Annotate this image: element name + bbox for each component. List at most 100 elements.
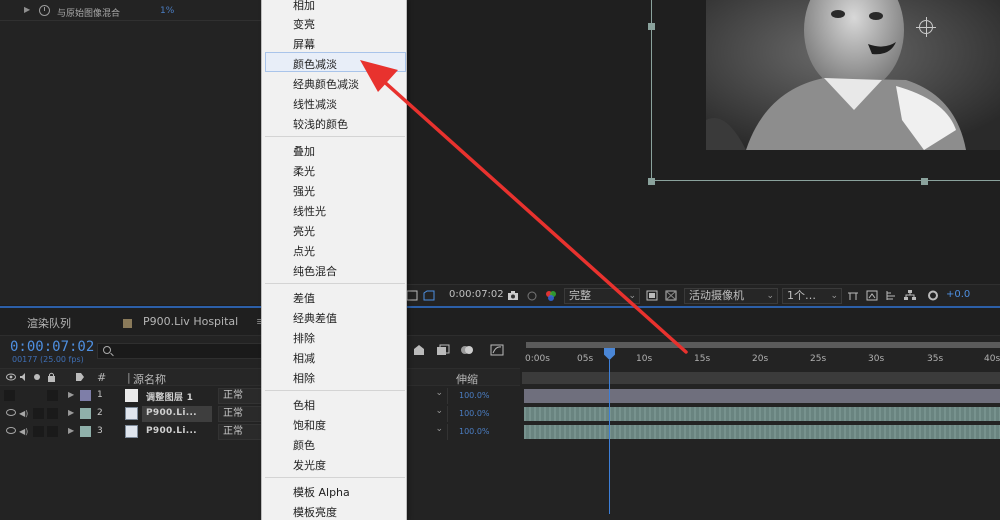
lock-switch[interactable] <box>47 426 58 437</box>
solo-switch[interactable] <box>33 408 44 419</box>
blend-mode-dropdown[interactable]: 正常 <box>218 388 262 404</box>
camera-snapshot-icon[interactable] <box>507 290 519 301</box>
track-matte-dropdown[interactable]: ⌄ <box>406 388 448 404</box>
layer-duration-bar[interactable] <box>524 407 1000 421</box>
eye-icon[interactable] <box>6 409 16 416</box>
layer-name[interactable]: 调整图层 1 <box>146 390 193 403</box>
lock-switch[interactable] <box>47 408 58 419</box>
menu-item[interactable]: 叠加 <box>293 143 315 159</box>
draft-3d-icon[interactable] <box>436 344 450 356</box>
layer-stretch[interactable]: 100.0% <box>459 427 490 436</box>
expand-triangle-icon[interactable]: ▶ <box>68 426 74 435</box>
column-stretch[interactable]: 伸缩 <box>456 371 478 387</box>
property-value[interactable]: 1% <box>160 6 174 16</box>
layer-duration-bar[interactable] <box>524 389 1000 403</box>
lock-switch[interactable] <box>47 390 58 401</box>
show-snapshot-icon[interactable] <box>526 290 538 301</box>
layer-search-input[interactable] <box>97 343 262 359</box>
flowchart-icon[interactable] <box>904 290 916 301</box>
exposure-value[interactable]: +0.0 <box>946 289 970 300</box>
layer-stretch[interactable]: 100.0% <box>459 391 490 400</box>
menu-item[interactable]: 差值 <box>293 290 315 306</box>
eye-icon[interactable] <box>6 373 16 381</box>
menu-item[interactable]: 相除 <box>293 370 315 386</box>
menu-item[interactable]: 较浅的颜色 <box>293 116 348 132</box>
playhead-line[interactable] <box>609 360 610 514</box>
menu-item[interactable]: 经典颜色减淡 <box>293 76 359 92</box>
region-icon[interactable] <box>646 290 658 301</box>
layer-bounding-box[interactable] <box>651 0 1000 181</box>
menu-item[interactable]: 强光 <box>293 183 315 199</box>
speaker-icon[interactable] <box>19 373 29 381</box>
menu-item[interactable]: 亮光 <box>293 223 315 239</box>
eye-icon[interactable] <box>6 427 16 434</box>
transparency-grid-icon[interactable] <box>665 290 677 301</box>
work-area-bar[interactable] <box>526 342 1000 348</box>
camera-dropdown[interactable]: 活动摄像机 ⌄ <box>684 288 778 304</box>
label-color-swatch[interactable] <box>80 426 91 437</box>
solo-switch[interactable] <box>33 426 44 437</box>
layer-duration-bar[interactable] <box>524 425 1000 439</box>
menu-item[interactable]: 线性减淡 <box>293 96 337 112</box>
comp-mini-flowchart-icon[interactable] <box>412 344 426 356</box>
menu-item[interactable]: 发光度 <box>293 457 326 473</box>
channel-rgb-icon[interactable] <box>545 290 557 301</box>
grid-icon[interactable] <box>406 290 418 301</box>
label-tag-icon[interactable] <box>75 372 85 382</box>
label-color-swatch[interactable] <box>80 390 91 401</box>
blend-mode-dropdown[interactable]: 正常 <box>218 406 262 422</box>
expand-triangle-icon[interactable]: ▶ <box>68 408 74 417</box>
menu-item[interactable]: 线性光 <box>293 203 326 219</box>
menu-item-selected[interactable]: 颜色减淡 <box>293 56 337 72</box>
menu-item[interactable]: 饱和度 <box>293 417 326 433</box>
menu-item[interactable]: 相减 <box>293 350 315 366</box>
views-dropdown[interactable]: 1个… ⌄ <box>782 288 842 304</box>
track-matte-dropdown[interactable]: ⌄ <box>406 406 448 422</box>
menu-item[interactable]: 相加 <box>293 0 315 13</box>
speaker-icon[interactable]: ◀) <box>19 409 28 418</box>
transform-handle[interactable] <box>648 23 655 30</box>
layer-row[interactable]: ▶ 1 调整图层 1 正常 ⌄ 100.0% <box>0 387 520 405</box>
menu-item[interactable]: 排除 <box>293 330 315 346</box>
current-timecode[interactable]: 0:00:07:02 <box>10 339 94 355</box>
anchor-point-icon[interactable] <box>916 17 936 37</box>
menu-item[interactable]: 模板亮度 <box>293 504 337 520</box>
solo-icon[interactable] <box>34 374 40 380</box>
menu-item[interactable]: 模板 Alpha <box>293 484 350 500</box>
menu-item[interactable]: 柔光 <box>293 163 315 179</box>
video-switch[interactable] <box>4 390 15 401</box>
menu-item[interactable]: 变亮 <box>293 16 315 32</box>
menu-item[interactable]: 颜色 <box>293 437 315 453</box>
track-matte-dropdown[interactable]: ⌄ <box>406 424 448 440</box>
layer-name[interactable]: P900.Li... <box>146 408 197 418</box>
expand-triangle-icon[interactable]: ▶ <box>68 390 74 399</box>
effect-property-row[interactable]: ▶ 与原始图像混合 1% <box>0 2 262 20</box>
comp-flowchart-icon[interactable] <box>885 290 897 301</box>
region-of-interest-icon[interactable] <box>423 290 435 301</box>
transform-handle[interactable] <box>921 178 928 185</box>
reset-exposure-icon[interactable] <box>927 290 939 301</box>
expand-triangle-icon[interactable]: ▶ <box>24 5 30 14</box>
menu-item[interactable]: 色相 <box>293 397 315 413</box>
menu-item[interactable]: 纯色混合 <box>293 263 337 279</box>
composition-viewer[interactable] <box>406 0 1000 284</box>
menu-item[interactable]: 经典差值 <box>293 310 337 326</box>
lock-icon[interactable] <box>47 372 56 382</box>
time-ruler[interactable]: 0:00s 05s 10s 15s 20s 25s 30s 35s 40s <box>522 342 1000 386</box>
column-source-name[interactable]: 源名称 <box>133 371 166 387</box>
graph-editor-icon[interactable] <box>490 344 504 356</box>
resolution-dropdown[interactable]: 完整 ⌄ <box>564 288 640 304</box>
transform-handle[interactable] <box>648 178 655 185</box>
viewer-timecode[interactable]: 0:00:07:02 <box>449 289 504 300</box>
timeline-toggle-icon[interactable] <box>866 290 878 301</box>
menu-item[interactable]: 点光 <box>293 243 315 259</box>
layer-row[interactable]: ◀) ▶ 3 P900.Li... 正常 ⌄ 100.0% <box>0 423 520 441</box>
layer-row[interactable]: ◀) ▶ 2 P900.Li... 正常 ⌄ 100.0% <box>0 405 520 423</box>
tab-composition[interactable]: P900.Liv Hospital <box>143 315 238 328</box>
layer-stretch[interactable]: 100.0% <box>459 409 490 418</box>
fast-preview-icon[interactable] <box>847 290 859 301</box>
blend-mode-dropdown[interactable]: 正常 <box>218 424 262 440</box>
motion-blur-icon[interactable] <box>460 343 474 357</box>
stopwatch-icon[interactable] <box>39 5 50 16</box>
label-color-swatch[interactable] <box>80 408 91 419</box>
